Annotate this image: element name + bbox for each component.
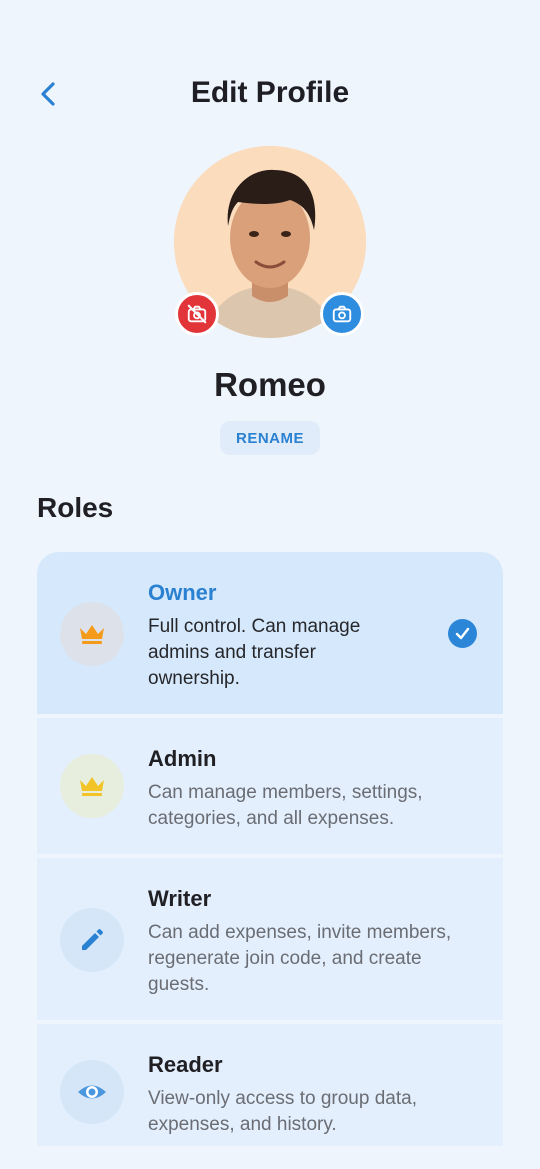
role-icon-circle (60, 754, 124, 818)
role-icon-circle (60, 1060, 124, 1124)
change-photo-button[interactable] (320, 292, 364, 336)
role-description: View-only access to group data, expenses… (148, 1088, 417, 1135)
rename-button[interactable]: RENAME (220, 421, 320, 455)
remove-photo-button[interactable] (175, 292, 219, 336)
role-name: Writer (148, 886, 212, 911)
role-option-admin[interactable]: Admin Can manage members, settings, cate… (37, 718, 503, 854)
role-description: Can add expenses, invite members, regene… (148, 922, 452, 995)
crown-icon (80, 777, 104, 796)
role-description: Can manage members, settings, categories… (148, 782, 423, 829)
role-option-owner[interactable]: Owner Full control. Can manage admins an… (37, 552, 503, 714)
avatar-container (174, 146, 366, 338)
check-icon (448, 619, 477, 648)
page-title: Edit Profile (190, 76, 350, 109)
camera-icon (332, 305, 352, 323)
roles-list: Owner Full control. Can manage admins an… (37, 552, 503, 1146)
role-name: Owner (148, 580, 217, 605)
roles-heading: Roles (37, 492, 114, 523)
profile-name: Romeo (214, 366, 326, 403)
role-name: Admin (148, 746, 217, 771)
role-icon-circle (60, 602, 124, 666)
eye-icon (78, 1085, 106, 1099)
role-option-writer[interactable]: Writer Can add expenses, invite members,… (37, 858, 503, 1020)
crown-icon (80, 625, 104, 644)
role-icon-circle (60, 908, 124, 972)
role-name: Reader (148, 1052, 223, 1077)
role-description: Full control. Can manage admins and tran… (148, 616, 361, 689)
pencil-icon (82, 929, 103, 950)
no-camera-icon (187, 304, 207, 324)
role-option-reader[interactable]: Reader View-only access to group data, e… (37, 1024, 503, 1146)
